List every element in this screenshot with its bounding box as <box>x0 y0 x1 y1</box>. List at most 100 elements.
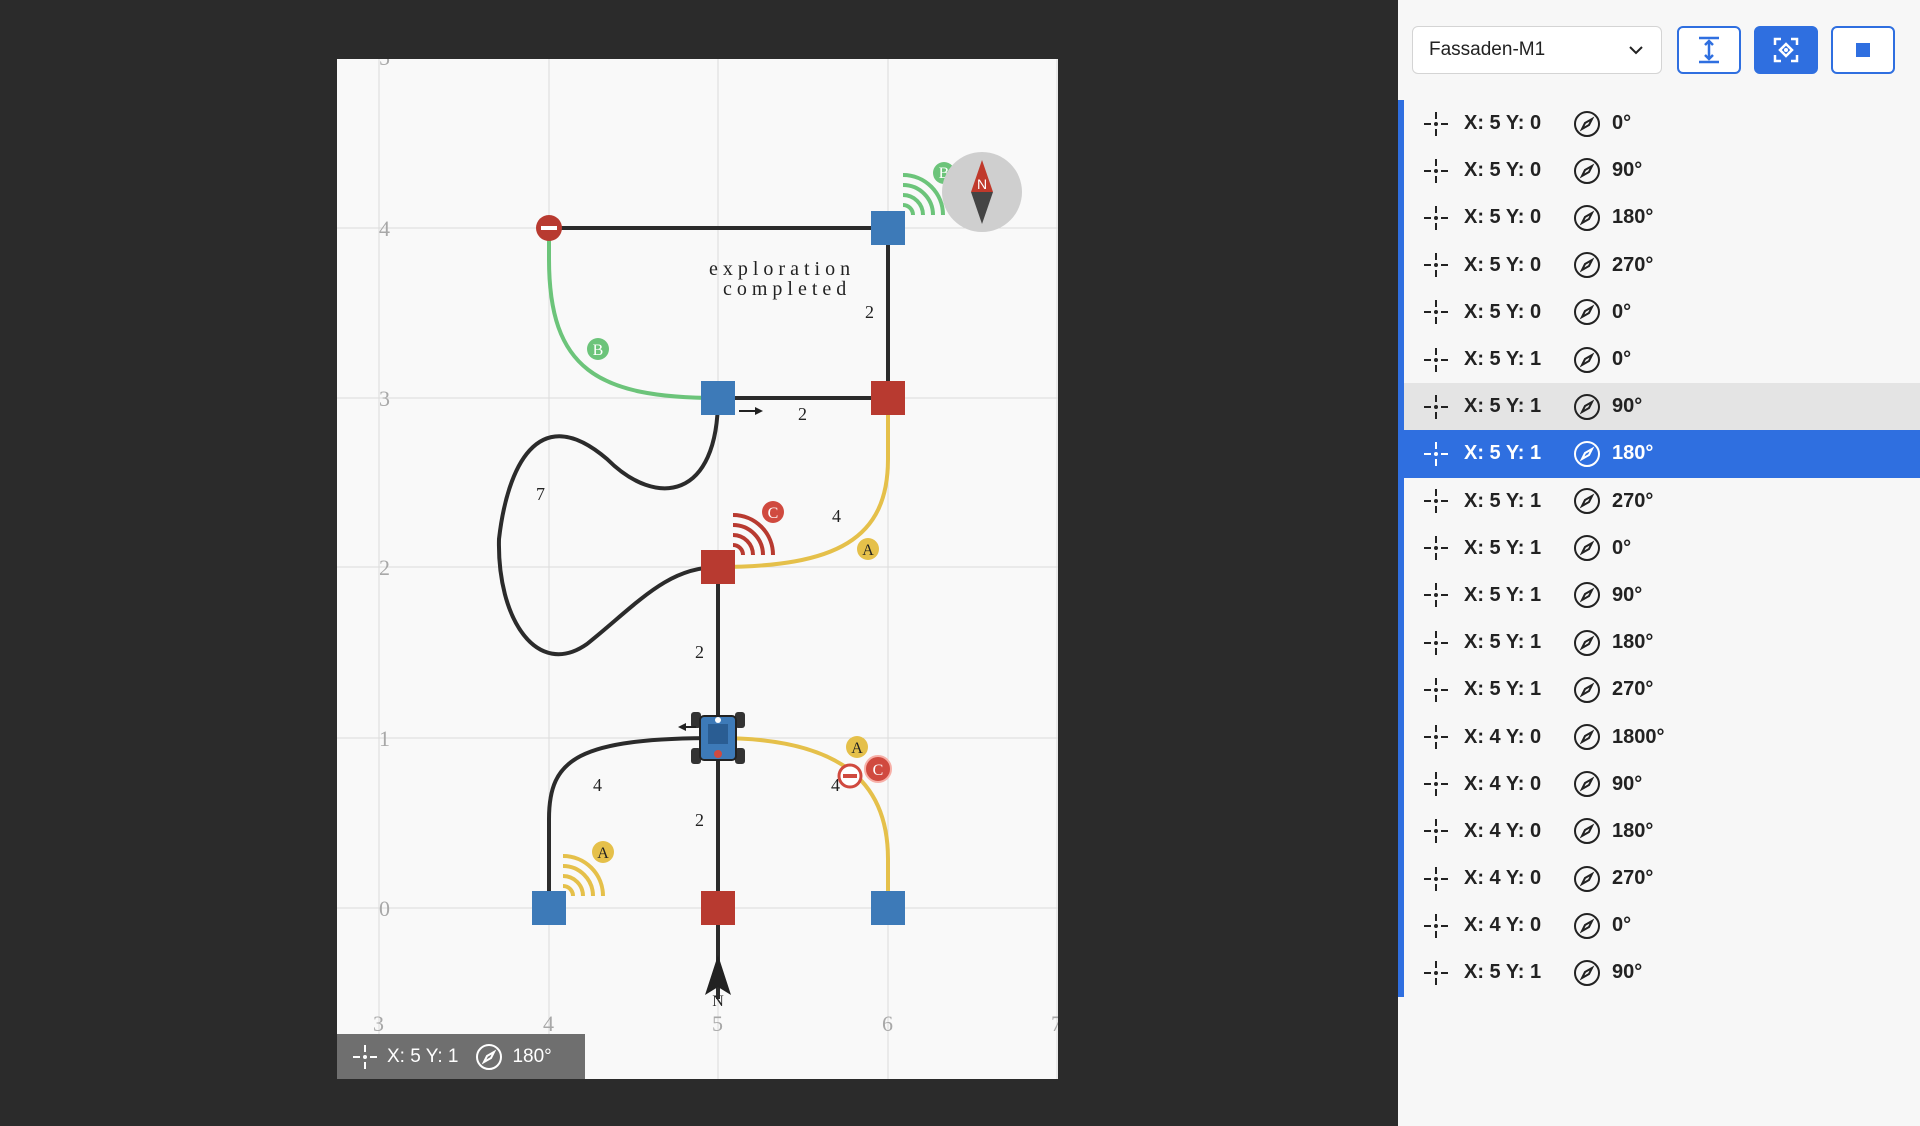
waypoint-heading: 0° <box>1612 112 1632 135</box>
current-heading: 180° <box>512 1045 552 1067</box>
waypoint-row[interactable]: X: 5 Y: 1 270° <box>1404 666 1920 713</box>
status-line-1: exploration <box>709 258 855 280</box>
y-tick-2: 2 <box>379 555 390 580</box>
waypoint-position: X: 5 Y: 1 <box>1464 536 1542 559</box>
waypoint-heading: 0° <box>1612 300 1632 323</box>
compass-heading-icon <box>1572 109 1602 139</box>
waypoint-position: X: 5 Y: 0 <box>1464 206 1542 229</box>
compass-heading-icon <box>1572 722 1602 752</box>
fit-height-icon <box>1699 36 1719 64</box>
compass-heading-icon <box>1572 675 1602 705</box>
x-tick-6: 6 <box>882 1011 893 1036</box>
x-tick-5: 5 <box>712 1011 723 1036</box>
weight-label: 2 <box>695 642 704 662</box>
node-red <box>871 381 905 415</box>
waypoint-row[interactable]: X: 4 Y: 0 90° <box>1404 761 1920 808</box>
crosshair-icon <box>1422 581 1450 609</box>
map-select-value: Fassaden-M1 <box>1429 39 1546 60</box>
waypoint-row[interactable]: X: 4 Y: 0 0° <box>1404 902 1920 949</box>
waypoint-position: X: 5 Y: 1 <box>1464 489 1542 512</box>
waypoint-row[interactable]: X: 5 Y: 0 0° <box>1404 100 1920 147</box>
waypoint-position: X: 5 Y: 0 <box>1464 159 1542 182</box>
stop-button[interactable] <box>1831 26 1895 74</box>
badge-label: C <box>768 505 779 522</box>
compass-heading-icon <box>1572 958 1602 988</box>
map-select[interactable]: Fassaden-M1 <box>1412 26 1662 74</box>
blocked-node[interactable] <box>536 215 562 241</box>
waypoint-row[interactable]: X: 5 Y: 0 90° <box>1404 147 1920 194</box>
waypoint-row-selected[interactable]: X: 5 Y: 1 180° <box>1404 430 1920 478</box>
crosshair-icon <box>1422 110 1450 138</box>
crosshair-icon <box>1422 157 1450 185</box>
toolbar: Fassaden-M1 <box>1412 26 1920 74</box>
x-tick-4: 4 <box>543 1011 554 1036</box>
waypoint-position: X: 5 Y: 1 <box>1464 348 1542 371</box>
compass-heading-icon <box>1572 816 1602 846</box>
waypoint-row[interactable]: X: 5 Y: 1 180° <box>1404 619 1920 666</box>
y-tick-3: 3 <box>379 386 390 411</box>
waypoint-position: X: 5 Y: 0 <box>1464 112 1542 135</box>
compass-heading-icon <box>1572 345 1602 375</box>
compass-icon: N <box>942 152 1022 232</box>
node-blue <box>871 211 905 245</box>
badge-label: A <box>597 845 609 862</box>
waypoint-row[interactable]: X: 5 Y: 1 90° <box>1404 572 1920 619</box>
waypoint-heading: 90° <box>1612 772 1643 795</box>
start-label: N <box>712 993 724 1010</box>
waypoint-row-hovered[interactable]: X: 5 Y: 1 90° <box>1404 383 1920 431</box>
waypoint-position: X: 4 Y: 0 <box>1464 867 1542 890</box>
crosshair-icon <box>1422 912 1450 940</box>
waypoint-heading: 90° <box>1612 159 1643 182</box>
compass-heading-icon <box>1572 628 1602 658</box>
crosshair-icon <box>1422 865 1450 893</box>
badge-label: B <box>593 342 604 359</box>
fit-height-button[interactable] <box>1677 26 1741 74</box>
x-tick-7: 7 <box>1051 1011 1058 1036</box>
crosshair-icon <box>1422 817 1450 845</box>
waypoint-heading: 180° <box>1612 819 1654 842</box>
waypoint-list: X: 5 Y: 0 0° X: 5 Y: 0 90° X: 5 Y: 0 180… <box>1398 100 1920 997</box>
center-robot-button[interactable] <box>1754 26 1818 74</box>
crosshair-icon <box>1422 393 1450 421</box>
compass-heading-icon <box>1572 580 1602 610</box>
weight-label: 4 <box>593 775 602 795</box>
waypoint-row[interactable]: X: 4 Y: 0 1800° <box>1404 713 1920 760</box>
waypoint-row[interactable]: X: 5 Y: 0 0° <box>1404 289 1920 336</box>
map-graph[interactable]: 3 4 5 6 7 0 1 2 3 4 5 <box>337 59 1058 1079</box>
crosshair-icon <box>1422 770 1450 798</box>
waypoint-row[interactable]: X: 5 Y: 1 0° <box>1404 525 1920 572</box>
compass-heading-icon <box>1572 533 1602 563</box>
waypoint-position: X: 5 Y: 1 <box>1464 678 1542 701</box>
crosshair-icon <box>1422 487 1450 515</box>
compass-heading-icon <box>1572 864 1602 894</box>
crosshair-icon <box>351 1043 379 1071</box>
waypoint-row[interactable]: X: 5 Y: 1 0° <box>1404 336 1920 383</box>
waypoint-row[interactable]: X: 5 Y: 0 270° <box>1404 242 1920 289</box>
waypoint-position: X: 5 Y: 1 <box>1464 395 1542 418</box>
waypoint-row[interactable]: X: 5 Y: 1 270° <box>1404 478 1920 525</box>
weight-label: 7 <box>536 484 545 504</box>
waypoint-heading: 270° <box>1612 489 1654 512</box>
x-tick-3: 3 <box>373 1011 384 1036</box>
start-arrow-icon: N <box>705 955 731 1010</box>
waypoint-position: X: 5 Y: 1 <box>1464 631 1542 654</box>
waypoint-heading: 180° <box>1612 631 1654 654</box>
node-blue <box>701 381 735 415</box>
waypoint-position: X: 5 Y: 1 <box>1464 961 1542 984</box>
node-blue <box>871 891 905 925</box>
waypoint-heading: 180° <box>1612 206 1654 229</box>
waypoint-row[interactable]: X: 5 Y: 0 180° <box>1404 194 1920 241</box>
arrow-right-icon <box>739 407 763 415</box>
waypoint-heading: 90° <box>1612 395 1643 418</box>
waypoint-row[interactable]: X: 4 Y: 0 270° <box>1404 855 1920 902</box>
compass-heading-icon <box>1572 297 1602 327</box>
map-canvas[interactable]: 3 4 5 6 7 0 1 2 3 4 5 <box>337 59 1058 1079</box>
waypoint-row[interactable]: X: 5 Y: 1 90° <box>1404 949 1920 996</box>
dark-edges <box>496 226 890 999</box>
badge-label: A <box>851 740 863 757</box>
weight-label: 2 <box>865 302 874 322</box>
waypoint-heading: 180° <box>1612 442 1654 465</box>
y-tick-5: 5 <box>379 59 390 70</box>
waypoint-heading: 270° <box>1612 867 1654 890</box>
waypoint-row[interactable]: X: 4 Y: 0 180° <box>1404 808 1920 855</box>
